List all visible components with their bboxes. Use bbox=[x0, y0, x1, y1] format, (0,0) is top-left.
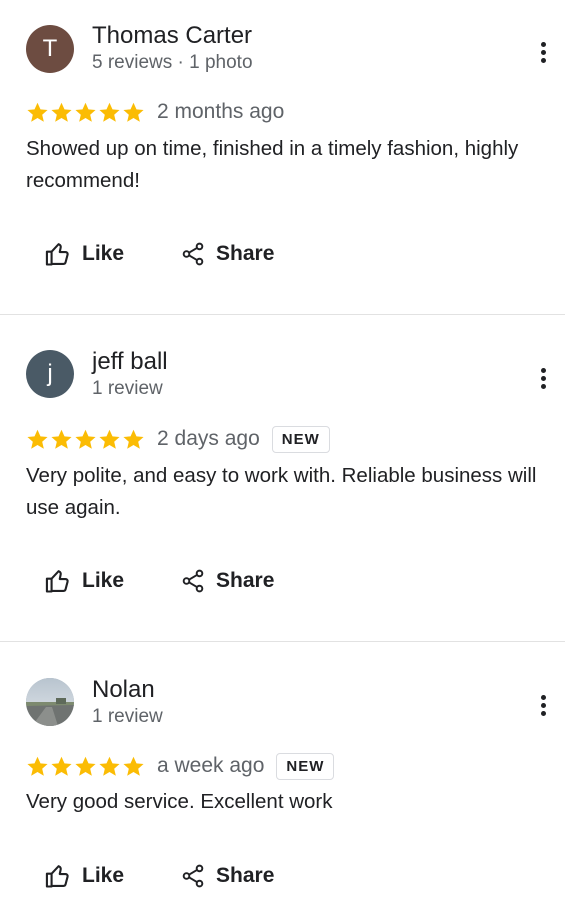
more-options-button[interactable] bbox=[530, 690, 556, 720]
rating-row: 2 days ago NEW bbox=[26, 423, 330, 455]
review-actions: Like Share bbox=[44, 565, 274, 597]
reviewer-meta: 1 review bbox=[92, 378, 163, 399]
reviewer-name[interactable]: Nolan bbox=[92, 676, 155, 704]
rating-row: 2 months ago bbox=[26, 96, 284, 128]
reviewer-meta: 5 reviews · 1 photo bbox=[92, 52, 253, 73]
star-rating bbox=[26, 755, 145, 778]
star-icon bbox=[75, 756, 96, 776]
avatar[interactable]: j bbox=[26, 350, 74, 398]
share-icon bbox=[182, 242, 204, 266]
reviewer-name[interactable]: jeff ball bbox=[92, 348, 168, 376]
more-options-button[interactable] bbox=[530, 363, 556, 393]
like-label: Like bbox=[82, 242, 125, 265]
review-time: 2 days ago bbox=[157, 427, 260, 450]
like-button[interactable]: Like bbox=[44, 240, 124, 268]
thumbs-up-icon bbox=[45, 243, 69, 266]
share-icon bbox=[182, 569, 204, 593]
reviewer-name[interactable]: Thomas Carter bbox=[92, 22, 252, 50]
star-icon bbox=[123, 756, 144, 776]
star-icon bbox=[75, 102, 96, 122]
review-card: Nolan 1 review a week ago NEW Very good … bbox=[0, 642, 565, 916]
review-time: 2 months ago bbox=[157, 100, 285, 123]
avatar[interactable]: T bbox=[26, 25, 74, 73]
more-options-icon bbox=[540, 367, 546, 373]
review-text: Very good service. Excellent work bbox=[26, 790, 333, 813]
star-icon bbox=[27, 102, 48, 122]
like-label: Like bbox=[82, 864, 125, 887]
star-icon bbox=[123, 429, 144, 449]
review-card: T Thomas Carter 5 reviews · 1 photo 2 mo… bbox=[0, 0, 565, 314]
review-card: j jeff ball 1 review 2 days ago NEW Very… bbox=[0, 315, 565, 641]
share-button[interactable]: Share bbox=[180, 863, 274, 889]
new-badge: NEW bbox=[271, 425, 330, 453]
like-button[interactable]: Like bbox=[44, 567, 124, 595]
like-button[interactable]: Like bbox=[44, 862, 124, 890]
share-label: Share bbox=[216, 242, 275, 265]
reviewer-meta: 1 review bbox=[92, 706, 163, 727]
avatar-letter: j bbox=[47, 360, 53, 387]
share-button[interactable]: Share bbox=[180, 568, 274, 594]
star-icon bbox=[51, 429, 72, 449]
star-icon bbox=[75, 429, 96, 449]
like-label: Like bbox=[82, 569, 125, 592]
rating-row: a week ago NEW bbox=[26, 750, 335, 782]
review-text: Showed up on time, finished in a timely … bbox=[26, 137, 519, 192]
star-icon bbox=[27, 429, 48, 449]
thumbs-up-icon bbox=[45, 865, 69, 888]
review-time: a week ago bbox=[157, 754, 265, 777]
star-icon bbox=[51, 102, 72, 122]
share-icon bbox=[182, 864, 204, 888]
thumbs-up-icon bbox=[45, 570, 69, 593]
star-icon bbox=[99, 756, 120, 776]
avatar[interactable] bbox=[26, 678, 74, 726]
avatar-letter: T bbox=[42, 35, 58, 62]
review-text: Very polite, and easy to work with. Reli… bbox=[26, 464, 537, 519]
share-label: Share bbox=[216, 864, 275, 887]
star-icon bbox=[99, 429, 120, 449]
share-button[interactable]: Share bbox=[180, 241, 274, 267]
star-icon bbox=[123, 102, 144, 122]
share-label: Share bbox=[216, 569, 275, 592]
star-icon bbox=[51, 756, 72, 776]
more-options-button[interactable] bbox=[530, 37, 556, 67]
profile-photo bbox=[26, 678, 74, 726]
star-rating bbox=[26, 428, 145, 451]
review-actions: Like Share bbox=[44, 860, 274, 892]
review-actions: Like Share bbox=[44, 238, 274, 270]
star-icon bbox=[27, 756, 48, 776]
new-badge: NEW bbox=[276, 752, 335, 780]
more-options-icon bbox=[540, 694, 546, 700]
star-rating bbox=[26, 101, 145, 124]
more-options-icon bbox=[540, 41, 546, 47]
star-icon bbox=[99, 102, 120, 122]
